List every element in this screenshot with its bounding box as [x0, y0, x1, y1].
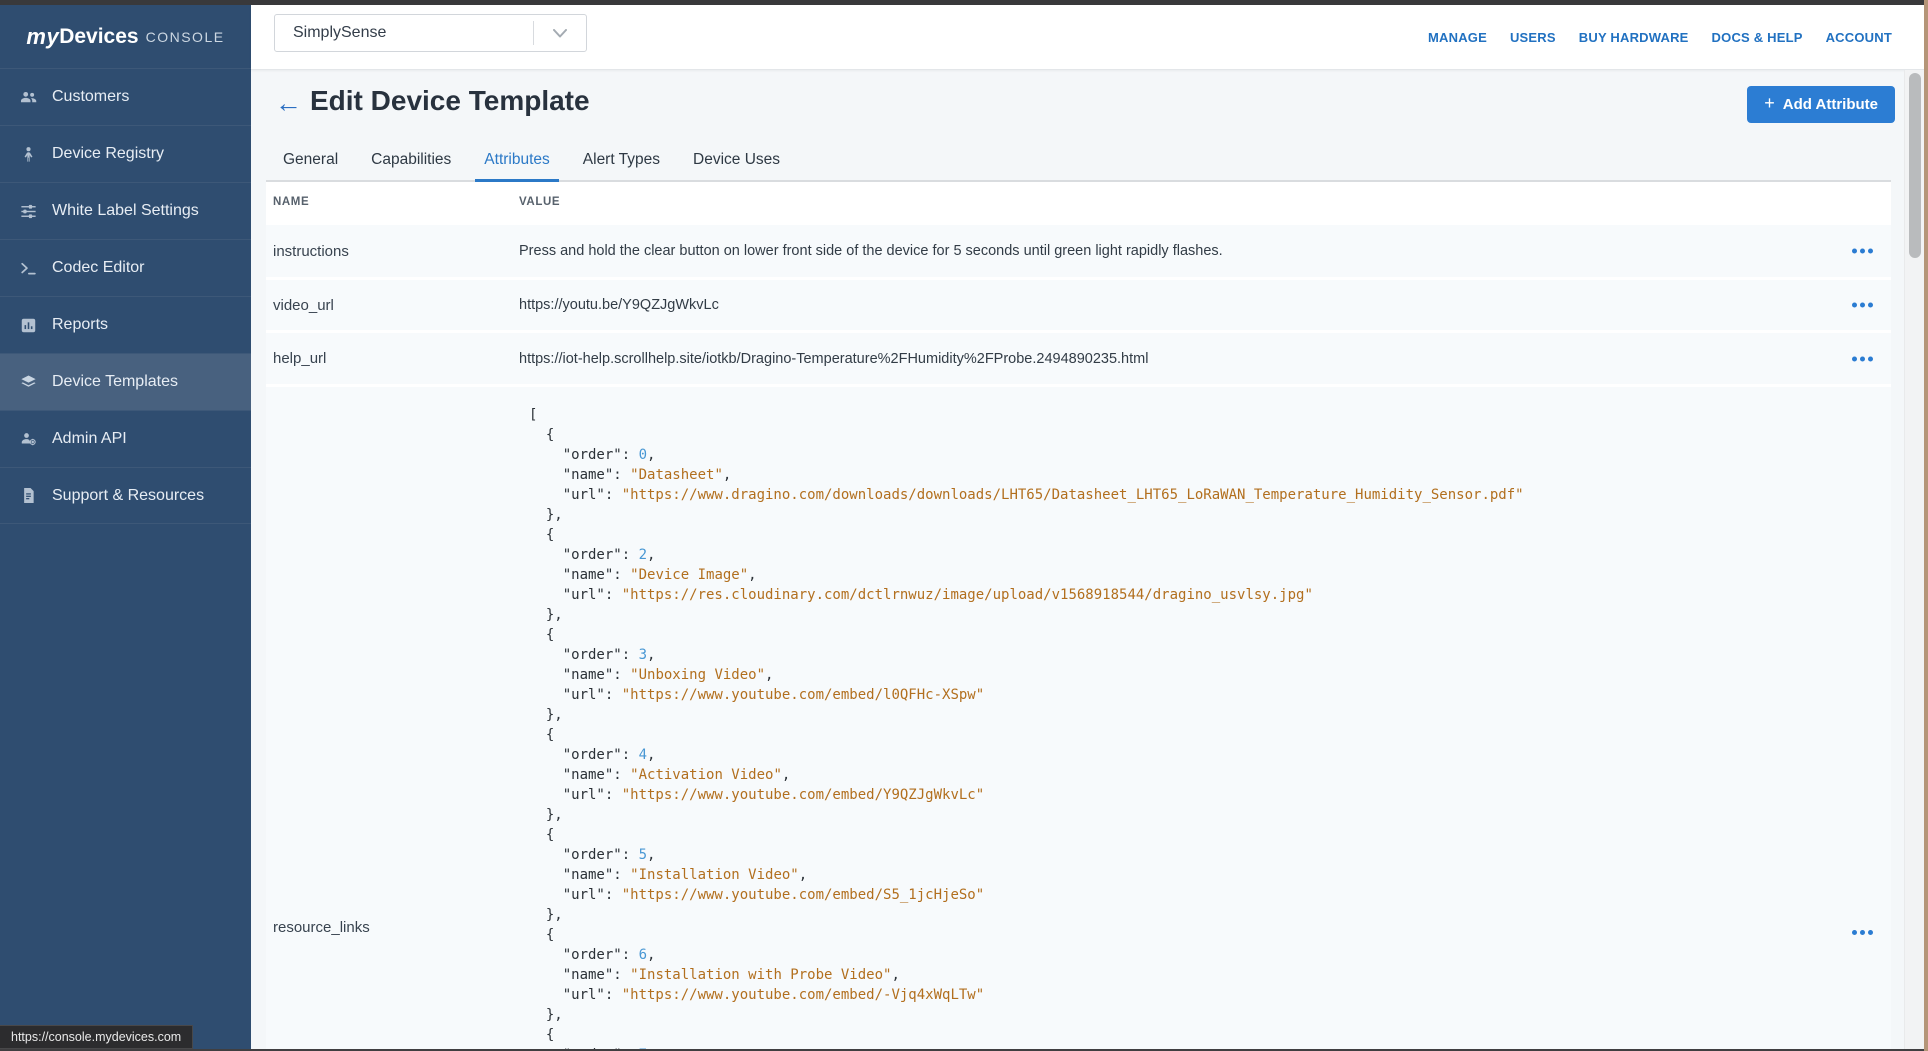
application-selector[interactable]: SimplySense	[274, 14, 587, 52]
sidebar-item-label: Device Registry	[52, 145, 164, 163]
app-window: myDevices CONSOLE Customers Device Registr…	[0, 0, 1928, 1051]
device-registry-icon	[19, 145, 38, 164]
top-nav-links: MANAGE USERS BUY HARDWARE DOCS & HELP ACCOUN…	[1428, 5, 1892, 69]
attribute-name: video_url	[266, 280, 519, 330]
sidebar-item-white-label-settings[interactable]: White Label Settings	[0, 182, 251, 239]
tab-alert-types[interactable]: Alert Types	[583, 140, 660, 180]
column-header-value: VALUE	[519, 196, 1891, 208]
white-label-settings-icon	[19, 202, 38, 221]
sidebar-item-label: Customers	[52, 88, 129, 106]
sidebar-item-label: Support & Resources	[52, 487, 204, 505]
sidebar-item-admin-api[interactable]: Admin API	[0, 410, 251, 467]
top-nav-manage[interactable]: MANAGE	[1428, 30, 1487, 45]
logo-my: my	[26, 24, 59, 50]
attribute-row-instructions: instructionsPress and hold the clear but…	[266, 222, 1891, 277]
table-header-row: NAME VALUE	[266, 182, 1891, 222]
sidebar-item-reports[interactable]: Reports	[0, 296, 251, 353]
attribute-value: Press and hold the clear button on lower…	[519, 225, 1891, 277]
top-nav-docs-help[interactable]: DOCS & HELP	[1712, 30, 1803, 45]
support-resources-icon	[19, 486, 38, 505]
back-button[interactable]: ←	[275, 87, 302, 119]
table-body: instructionsPress and hold the clear but…	[266, 222, 1891, 1051]
sidebar-item-device-templates[interactable]: Device Templates	[0, 353, 251, 410]
logo-console: CONSOLE	[146, 29, 225, 45]
sidebar-item-codec-editor[interactable]: Codec Editor	[0, 239, 251, 296]
customers-icon	[19, 88, 38, 107]
window-right-edge	[1924, 0, 1928, 1051]
tab-capabilities[interactable]: Capabilities	[371, 140, 451, 180]
sidebar-item-label: Reports	[52, 316, 108, 334]
sidebar-item-label: Device Templates	[52, 373, 178, 391]
tab-bar: General Capabilities Attributes Alert Types…	[266, 140, 1891, 182]
top-header: SimplySense MANAGE USERS BUY HARDWARE DOCS …	[251, 5, 1928, 70]
application-selector-value: SimplySense	[275, 24, 533, 42]
tab-general[interactable]: General	[283, 140, 338, 180]
row-actions-menu-icon[interactable]	[1850, 352, 1875, 365]
reports-icon	[19, 316, 38, 335]
mydevices-logo: myDevices CONSOLE	[0, 5, 251, 68]
window-top-edge	[0, 0, 1928, 5]
scrollbar-thumb[interactable]	[1909, 73, 1921, 258]
top-nav-buy-hardware[interactable]: BUY HARDWARE	[1579, 30, 1689, 45]
top-nav-users[interactable]: USERS	[1510, 30, 1556, 45]
attribute-name: instructions	[266, 225, 519, 277]
codec-editor-icon	[19, 259, 38, 278]
top-nav-account[interactable]: ACCOUNT	[1826, 30, 1892, 45]
admin-api-icon	[19, 430, 38, 449]
tab-attributes[interactable]: Attributes	[484, 140, 549, 180]
row-actions-menu-icon[interactable]	[1850, 245, 1875, 258]
chevron-down-icon	[534, 29, 586, 38]
attributes-table: NAME VALUE instructionsPress and hold th…	[266, 182, 1891, 1051]
sidebar-item-device-registry[interactable]: Device Registry	[0, 125, 251, 182]
attribute-name: resource_links	[266, 387, 519, 1051]
sidebar-item-customers[interactable]: Customers	[0, 68, 251, 125]
status-url-tooltip: https://console.mydevices.com	[0, 1025, 193, 1049]
attribute-row-video-url: video_urlhttps://youtu.be/Y9QZJgWkvLc	[266, 277, 1891, 330]
sidebar: myDevices CONSOLE Customers Device Registr…	[0, 5, 251, 1051]
attribute-value: https://iot-help.scrollhelp.site/iotkb/D…	[519, 333, 1891, 384]
sidebar-item-label: Admin API	[52, 430, 127, 448]
attribute-name: help_url	[266, 333, 519, 384]
sidebar-item-label: White Label Settings	[52, 202, 199, 220]
plus-icon: +	[1764, 93, 1775, 114]
sidebar-item-support-resources[interactable]: Support & Resources	[0, 467, 251, 524]
json-code-block: [ { "order": 0, "name": "Datasheet", "ur…	[529, 405, 1524, 1051]
vertical-scrollbar-track[interactable]	[1904, 70, 1924, 1049]
device-templates-icon	[19, 373, 38, 392]
row-actions-menu-icon[interactable]	[1850, 926, 1875, 939]
attribute-value: https://youtu.be/Y9QZJgWkvLc	[519, 280, 1891, 330]
row-actions-menu-icon[interactable]	[1850, 299, 1875, 312]
add-attribute-button[interactable]: + Add Attribute	[1747, 86, 1895, 123]
tab-device-uses[interactable]: Device Uses	[693, 140, 780, 180]
sidebar-item-label: Codec Editor	[52, 259, 145, 277]
page-title: Edit Device Template	[310, 85, 590, 117]
main-content: ← Edit Device Template + Add Attribute G…	[251, 70, 1904, 1051]
logo-devices: Devices	[59, 25, 138, 49]
attribute-row-resource-links: resource_links[ { "order": 0, "name": "D…	[266, 384, 1891, 1051]
sidebar-nav: Customers Device Registry White Label Sett…	[0, 68, 251, 524]
add-attribute-label: Add Attribute	[1783, 96, 1878, 113]
attribute-row-help-url: help_urlhttps://iot-help.scrollhelp.site…	[266, 330, 1891, 384]
column-header-name: NAME	[266, 196, 519, 208]
